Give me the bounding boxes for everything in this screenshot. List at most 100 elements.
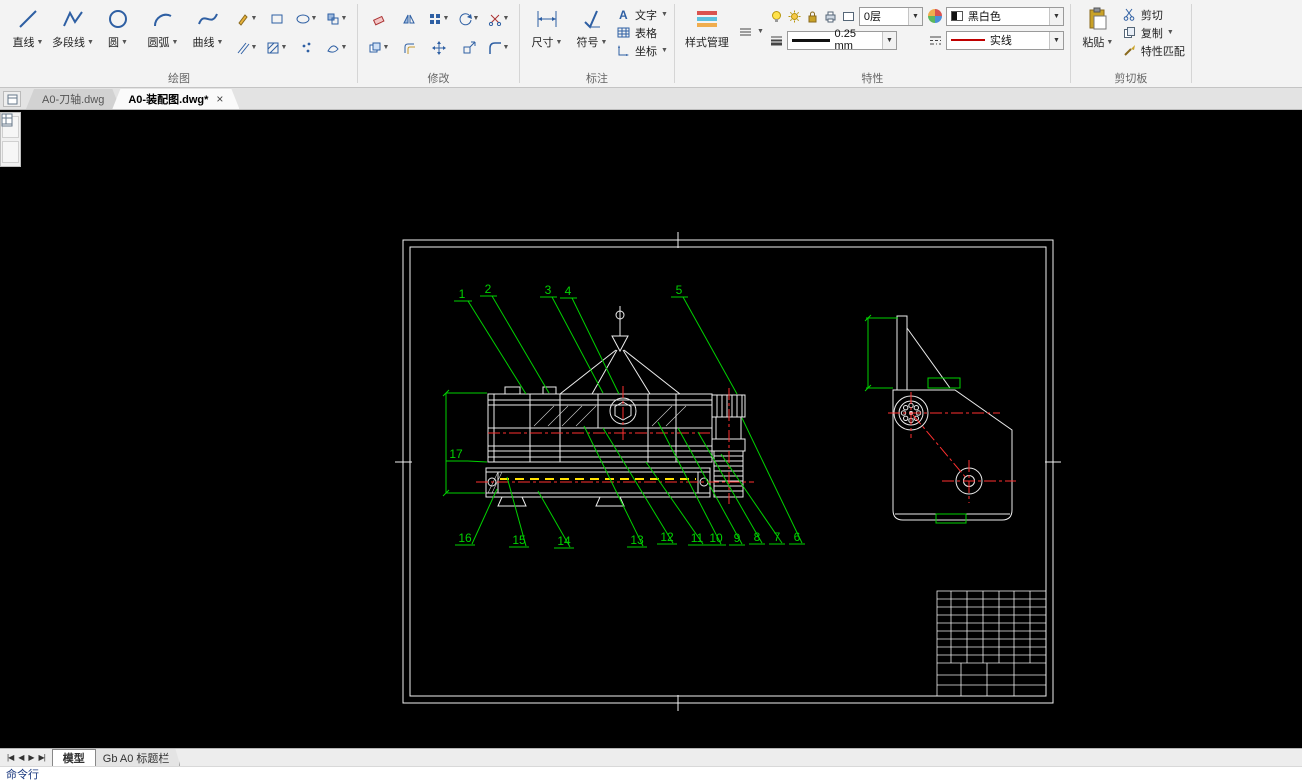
circle-button[interactable]: 圆 ▼ bbox=[97, 2, 139, 71]
ribbon-group-annotate: 尺寸 ▼ 符号 ▼ A 文字 ▼ 表格 坐标 ▼ 标注 bbox=[521, 0, 673, 87]
paste-icon bbox=[1085, 6, 1111, 32]
last-layout-button[interactable]: ▶| bbox=[39, 753, 46, 762]
drawing-home-button[interactable] bbox=[3, 91, 21, 107]
spline-button[interactable]: 曲线 ▼ bbox=[187, 2, 229, 71]
move-button[interactable] bbox=[424, 34, 453, 61]
printer-icon[interactable] bbox=[823, 9, 838, 24]
arc-icon bbox=[150, 6, 176, 32]
color-select[interactable]: 黑白色 ▼ bbox=[945, 6, 1064, 26]
frame-icon[interactable] bbox=[841, 9, 856, 24]
item-balloon: 2 bbox=[485, 282, 492, 296]
item-balloon: 14 bbox=[557, 534, 571, 548]
style-menu-col: ▼ bbox=[738, 2, 764, 71]
scissors-icon bbox=[1122, 7, 1137, 22]
style-list-button[interactable]: ▼ bbox=[738, 24, 764, 39]
linetype-select[interactable]: 实线 ▼ bbox=[945, 30, 1064, 50]
chevron-down-icon: ▼ bbox=[442, 15, 450, 22]
line-button[interactable]: 直线 ▼ bbox=[7, 2, 49, 71]
close-icon[interactable]: × bbox=[216, 92, 223, 106]
ribbon-group-modify: ▼ ▼ ▼ ▼ ▼ 修改 bbox=[359, 0, 518, 87]
first-layout-button[interactable]: |◀ bbox=[7, 753, 14, 762]
drawing-canvas-svg[interactable]: 1 2 3 4 5 17 16 15 14 13 12 11 10 9 8 7 … bbox=[0, 110, 1302, 748]
fillet-button[interactable]: ▼ bbox=[484, 34, 513, 61]
svg-text:A: A bbox=[619, 8, 628, 21]
pencil-sketch-button[interactable]: ▼ bbox=[232, 5, 261, 32]
ellipse-button[interactable]: ▼ bbox=[292, 5, 321, 32]
array-button[interactable]: ▼ bbox=[424, 5, 453, 32]
clipboard-small-tools: 剪切 复制 ▼ 特性匹配 bbox=[1122, 2, 1185, 71]
arc-label: 圆弧 bbox=[147, 37, 170, 49]
sheet-grid-button[interactable] bbox=[1, 113, 19, 163]
rotate-button[interactable]: ▼ bbox=[454, 5, 483, 32]
chevron-down-icon: ▼ bbox=[600, 38, 608, 46]
point-button[interactable] bbox=[292, 34, 321, 61]
lock-icon[interactable] bbox=[805, 9, 820, 24]
polyline-button[interactable]: 多段线 ▼ bbox=[52, 2, 94, 71]
hatch-button[interactable]: ▼ bbox=[262, 34, 291, 61]
block-button[interactable]: ▼ bbox=[322, 5, 351, 32]
file-tab-a0-daozhou[interactable]: A0-刀轴.dwg bbox=[26, 89, 120, 109]
dimension-button[interactable]: 尺寸 ▼ bbox=[526, 2, 568, 71]
bulb-icon[interactable] bbox=[769, 9, 784, 24]
style-manager-button[interactable]: 样式管理 bbox=[681, 2, 733, 71]
chevron-down-icon: ▼ bbox=[472, 15, 480, 22]
status-bar: 命令行 bbox=[0, 766, 1302, 780]
annotate-group-label: 标注 bbox=[585, 73, 608, 85]
erase-button[interactable] bbox=[364, 5, 393, 32]
chevron-down-icon: ▼ bbox=[756, 28, 764, 35]
sun-icon[interactable] bbox=[787, 9, 802, 24]
ribbon-group-clipboard: 粘贴 ▼ 剪切 复制 ▼ 特性匹配 剪切板 bbox=[1072, 0, 1190, 87]
copy-object-button[interactable]: ▼ bbox=[364, 34, 393, 61]
layer-value: 0层 bbox=[863, 11, 881, 23]
item-balloon: 16 bbox=[458, 531, 472, 545]
trim-button[interactable]: ▼ bbox=[484, 5, 513, 32]
next-layout-button[interactable]: ▶ bbox=[28, 753, 34, 762]
cad-application: 直线 ▼ 多段线 ▼ 圆 ▼ 圆弧 ▼ 曲线 ▼ ▼ ▼ ▼ ▼ ▼ ▼ 绘图 … bbox=[0, 0, 1302, 780]
item-balloon: 12 bbox=[660, 530, 674, 544]
chevron-down-icon: ▼ bbox=[1048, 7, 1063, 25]
table-button[interactable]: 表格 bbox=[616, 25, 668, 40]
scale-button[interactable] bbox=[454, 34, 483, 61]
rectangle-button[interactable] bbox=[262, 5, 291, 32]
layout-tab-model[interactable]: 模型 bbox=[51, 749, 96, 766]
parallel-lines-button[interactable]: ▼ bbox=[232, 34, 261, 61]
mirror-button[interactable] bbox=[394, 5, 423, 32]
front-view-dimensions bbox=[442, 389, 487, 497]
balloon-numbers: 1 2 3 4 5 17 16 15 14 13 12 11 10 9 8 7 … bbox=[449, 282, 800, 548]
offset-button[interactable] bbox=[394, 34, 423, 61]
file-tab-label: A0-装配图.dwg* bbox=[128, 94, 209, 106]
match-properties-button[interactable]: 特性匹配 bbox=[1122, 43, 1185, 58]
lineweight-select[interactable]: 0.25 mm ▼ bbox=[786, 28, 897, 52]
color-wheel-icon bbox=[928, 9, 943, 24]
region-button[interactable]: ▼ bbox=[322, 34, 351, 61]
item-balloon: 11 bbox=[691, 531, 704, 545]
chevron-down-icon: ▼ bbox=[340, 44, 348, 51]
chevron-down-icon: ▼ bbox=[1106, 38, 1114, 46]
coordinate-label: 坐标 bbox=[635, 45, 657, 58]
chevron-down-icon: ▼ bbox=[87, 38, 94, 46]
chevron-down-icon: ▼ bbox=[250, 15, 258, 22]
symbol-icon bbox=[579, 6, 605, 32]
cut-button[interactable]: 剪切 bbox=[1122, 7, 1185, 22]
symbol-button[interactable]: 符号 ▼ bbox=[571, 2, 613, 71]
layer-lineweight-col: 0层 ▼ 0.25 mm ▼ bbox=[769, 2, 923, 71]
text-button[interactable]: A 文字 ▼ bbox=[616, 7, 668, 22]
coordinate-button[interactable]: 坐标 ▼ bbox=[616, 43, 668, 58]
symbol-label: 符号 bbox=[576, 37, 599, 49]
drawing-canvas[interactable]: 1 2 3 4 5 17 16 15 14 13 12 11 10 9 8 7 … bbox=[0, 110, 1302, 748]
item-balloon: 9 bbox=[734, 531, 741, 545]
chevron-down-icon: ▼ bbox=[216, 38, 224, 46]
prev-layout-button[interactable]: ◀ bbox=[18, 753, 24, 762]
layout-tab-bar: |◀ ◀ ▶ ▶| 模型 Gb A0 标题栏 bbox=[0, 748, 1302, 766]
file-tab-a0-zhuangpeitu[interactable]: A0-装配图.dwg* × bbox=[112, 89, 239, 109]
paste-button[interactable]: 粘贴 ▼ bbox=[1077, 2, 1119, 71]
layer-select[interactable]: 0层 ▼ bbox=[858, 6, 923, 26]
arc-button[interactable]: 圆弧 ▼ bbox=[142, 2, 184, 71]
chevron-down-icon: ▼ bbox=[661, 11, 668, 18]
ribbon-divider bbox=[673, 4, 675, 83]
layout-tab-titleblock[interactable]: Gb A0 标题栏 bbox=[93, 749, 181, 766]
color-linetype-col: 黑白色 ▼ 实线 ▼ bbox=[928, 2, 1064, 71]
lineweight-lines-icon bbox=[769, 33, 784, 48]
properties-group-label: 特性 bbox=[861, 73, 884, 85]
copy-button[interactable]: 复制 ▼ bbox=[1122, 25, 1185, 40]
